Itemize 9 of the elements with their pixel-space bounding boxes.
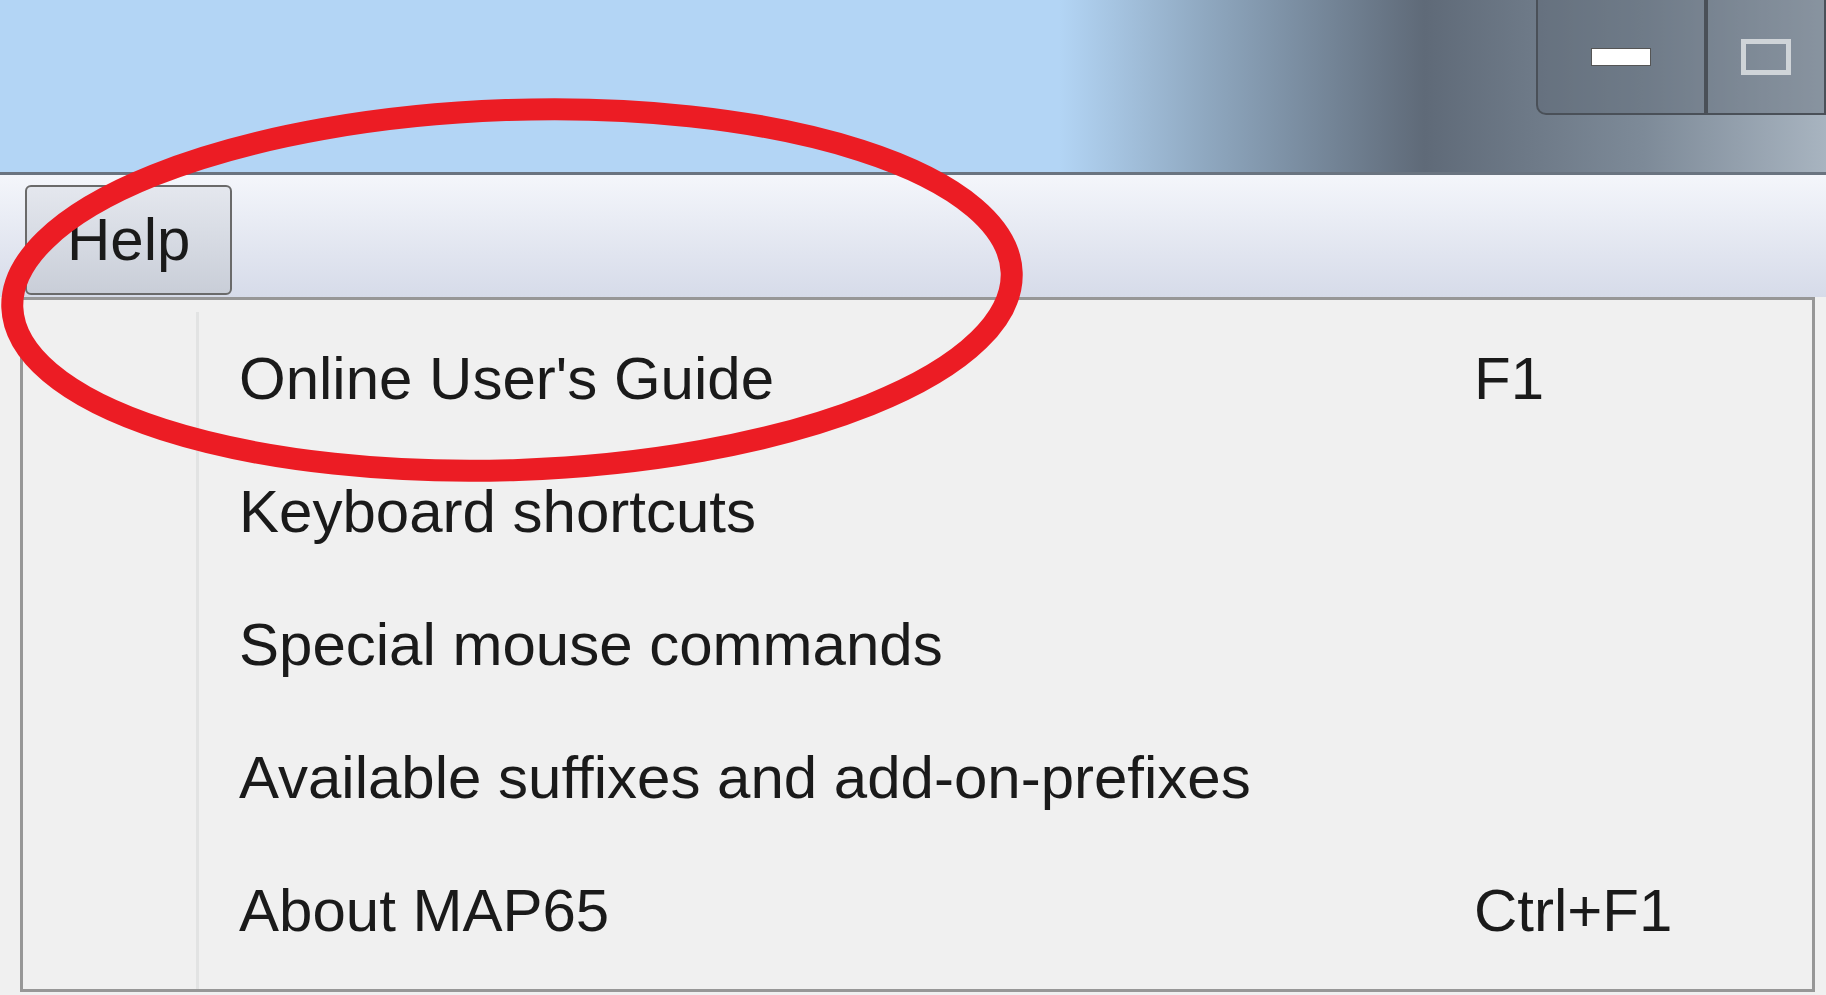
menu-item[interactable]: Online User's Guide F1: [199, 312, 1812, 445]
maximize-icon: [1741, 38, 1791, 75]
menu-item[interactable]: About MAP65 Ctrl+F1: [199, 844, 1812, 977]
maximize-button[interactable]: [1706, 0, 1826, 115]
minimize-icon: [1591, 47, 1651, 66]
minimize-button[interactable]: [1536, 0, 1706, 115]
menu-item[interactable]: Keyboard shortcuts: [199, 445, 1812, 578]
menu-item[interactable]: Available suffixes and add-on-prefixes: [199, 711, 1812, 844]
menu-item[interactable]: Special mouse commands: [199, 578, 1812, 711]
